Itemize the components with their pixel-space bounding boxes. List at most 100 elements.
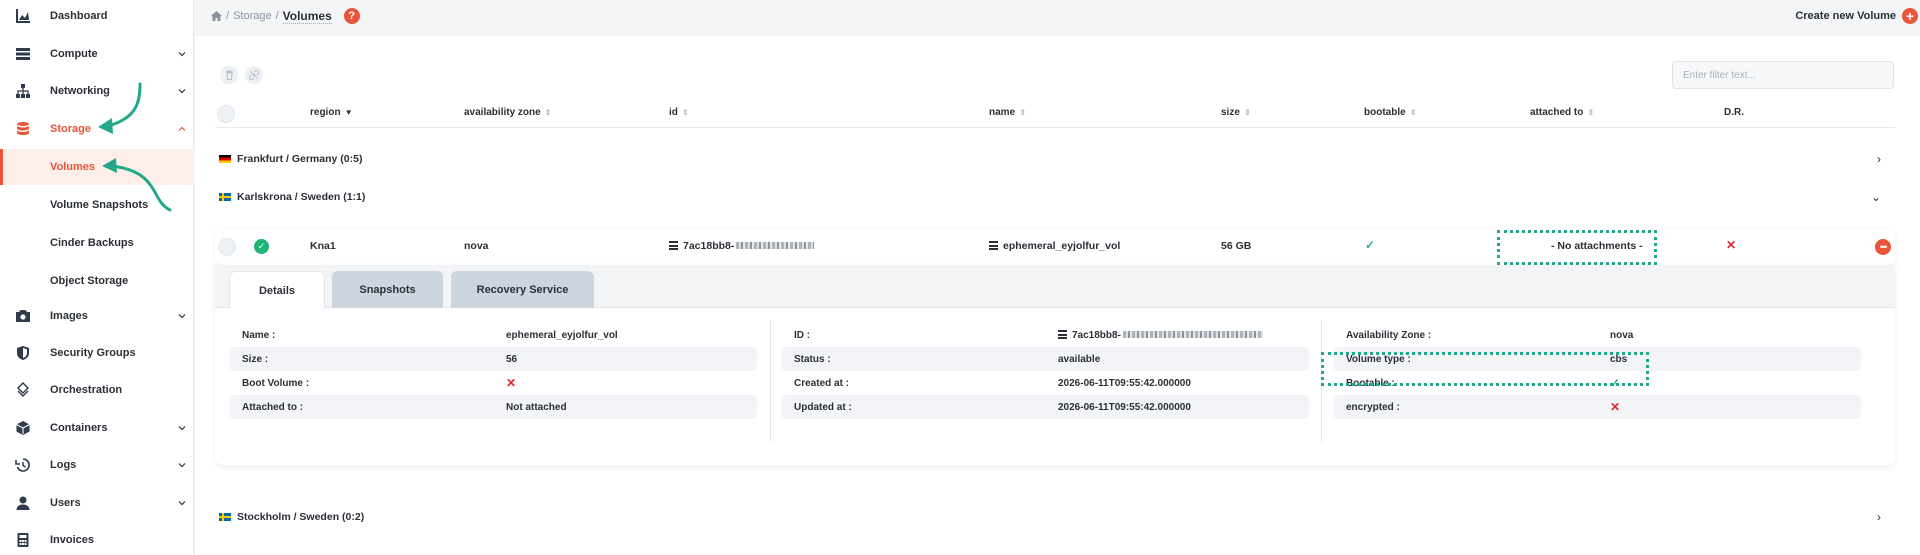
sidebar-item-logs[interactable]: Logs — [0, 450, 194, 480]
breadcrumb-storage[interactable]: Storage — [233, 10, 272, 22]
database-icon — [14, 121, 31, 138]
detail-value: 56 — [506, 354, 518, 365]
column-header-bootable[interactable]: bootable ⇕ — [1364, 107, 1417, 118]
sidebar-item-orchestration[interactable]: Orchestration — [0, 375, 194, 405]
main-content: region ▼ availability zone ⇕ id ⇕ name ⇕… — [195, 36, 1920, 555]
row-checkbox[interactable] — [218, 238, 236, 256]
region-group-stockholm[interactable]: Stockholm / Sweden (0:2) › — [215, 502, 1895, 532]
detail-label: encrypted : — [1346, 402, 1400, 413]
sidebar-subitem-label: Cinder Backups — [50, 237, 134, 249]
sidebar-item-compute[interactable]: Compute — [0, 39, 194, 69]
region-group-label: Stockholm / Sweden (0:2) — [237, 511, 365, 523]
cell-region: Kna1 — [310, 240, 336, 252]
detail-value: 2026-06-11T09:55:42.000000 — [1058, 402, 1191, 413]
table-header: region ▼ availability zone ⇕ id ⇕ name ⇕… — [215, 102, 1895, 128]
filter-input[interactable] — [1672, 61, 1894, 89]
delete-icon[interactable] — [220, 66, 238, 84]
region-group-label: Frankfurt / Germany (0:5) — [237, 153, 363, 165]
cell-name: ephemeral_eyjolfur_vol — [989, 240, 1120, 252]
sidebar-item-containers[interactable]: Containers — [0, 413, 194, 443]
sort-icon: ⇕ — [542, 108, 552, 117]
tab-details[interactable]: Details — [229, 271, 325, 309]
column-header-region[interactable]: region ▼ — [310, 107, 353, 118]
bootable-check-icon: ✓ — [1365, 238, 1376, 252]
redacted-text — [736, 242, 815, 249]
breadcrumb-volumes: Volumes — [282, 8, 332, 24]
chevron-down-icon — [178, 426, 186, 431]
detail-value: nova — [1610, 330, 1634, 341]
sort-desc-icon: ▼ — [342, 108, 353, 117]
shield-icon — [14, 345, 31, 362]
calculator-icon — [14, 532, 31, 549]
server-icon — [14, 46, 31, 63]
plus-icon: + — [1902, 8, 1918, 24]
sidebar-subitem-object-storage[interactable]: Object Storage — [0, 263, 194, 299]
sidebar-item-users[interactable]: Users — [0, 488, 194, 518]
detail-value: ephemeral_eyjolfur_vol — [506, 330, 618, 341]
chevron-down-icon — [178, 463, 186, 468]
sidebar-item-label: Logs — [50, 459, 77, 471]
detail-value: 7ac18bb8- — [1058, 330, 1263, 341]
sidebar-item-security-groups[interactable]: Security Groups — [0, 338, 194, 368]
column-header-name[interactable]: name ⇕ — [989, 107, 1026, 118]
select-all-checkbox[interactable] — [217, 105, 235, 123]
sidebar-item-label: Dashboard — [50, 10, 108, 22]
annotation-highlight-bootable — [1321, 352, 1649, 386]
chart-area-icon — [14, 8, 31, 25]
detail-label: Attached to : — [242, 402, 304, 413]
sidebar-item-label: Networking — [50, 85, 110, 97]
region-group-label: Karlskrona / Sweden (1:1) — [237, 191, 366, 203]
sort-icon: ⇕ — [1585, 108, 1595, 117]
sidebar-subitem-volumes[interactable]: Volumes — [0, 149, 194, 185]
sidebar-subitem-label: Volume Snapshots — [50, 199, 149, 211]
encrypted-cross-icon: ✕ — [1610, 400, 1621, 414]
sidebar-item-storage[interactable]: Storage — [0, 114, 194, 144]
status-ok-icon: ✓ — [254, 239, 269, 254]
sidebar-subitem-volume-snapshots[interactable]: Volume Snapshots — [0, 187, 194, 223]
chevron-down-icon — [178, 501, 186, 506]
column-header-attached-to[interactable]: attached to ⇕ — [1530, 107, 1594, 118]
tab-snapshots[interactable]: Snapshots — [332, 271, 443, 308]
sort-icon: ⇕ — [1241, 108, 1251, 117]
help-icon[interactable]: ? — [343, 8, 360, 24]
column-header-size[interactable]: size ⇕ — [1221, 107, 1251, 118]
detail-label: Name : — [242, 330, 276, 341]
sidebar-item-label: Invoices — [50, 534, 95, 546]
sidebar-item-invoices[interactable]: Invoices — [0, 525, 194, 555]
sidebar-item-label: Security Groups — [50, 347, 136, 359]
tab-recovery-service[interactable]: Recovery Service — [451, 271, 594, 308]
user-icon — [14, 495, 31, 512]
topbar: / Storage / Volumes ? Create new Volume … — [195, 0, 1920, 32]
layers-icon — [14, 382, 31, 399]
sort-icon: ⇕ — [1407, 108, 1417, 117]
detail-label: Boot Volume : — [242, 378, 310, 389]
detail-value: 2026-06-11T09:55:42.000000 — [1058, 378, 1191, 389]
sidebar-item-label: Users — [50, 497, 81, 509]
sidebar-item-label: Compute — [50, 48, 98, 60]
create-volume-button[interactable]: Create new Volume + — [1795, 8, 1918, 24]
region-group-karlskrona[interactable]: Karlskrona / Sweden (1:1) ⌄ — [215, 182, 1895, 212]
volume-detail-panel: Details Snapshots Recovery Service Name … — [215, 265, 1895, 465]
detach-icon[interactable] — [245, 66, 263, 84]
sidebar-item-networking[interactable]: Networking — [0, 76, 194, 106]
column-header-availability-zone[interactable]: availability zone ⇕ — [464, 107, 552, 118]
chevron-down-icon — [178, 89, 186, 94]
sidebar-item-label: Orchestration — [50, 384, 123, 396]
create-volume-label: Create new Volume — [1795, 10, 1896, 22]
sidebar-subitem-label: Volumes — [50, 161, 96, 173]
chevron-right-icon: › — [1877, 152, 1881, 166]
column-header-id[interactable]: id ⇕ — [669, 107, 689, 118]
sidebar-item-dashboard[interactable]: Dashboard — [0, 1, 194, 31]
chevron-down-icon: ⌄ — [1870, 190, 1881, 204]
region-group-frankfurt[interactable]: Frankfurt / Germany (0:5) › — [215, 144, 1895, 174]
sidebar-subitem-cinder-backups[interactable]: Cinder Backups — [0, 225, 194, 261]
detail-label: Updated at : — [794, 402, 852, 413]
more-actions-icon[interactable]: ••• — [1875, 239, 1891, 255]
detail-tabs: Details Snapshots Recovery Service — [215, 265, 1895, 309]
home-icon[interactable] — [211, 11, 222, 21]
breadcrumb: / Storage / Volumes ? — [211, 8, 360, 24]
sidebar-item-images[interactable]: Images — [0, 301, 194, 331]
detail-label: Availability Zone : — [1346, 330, 1432, 341]
chevron-up-icon — [178, 126, 186, 131]
detail-label: Created at : — [794, 378, 850, 389]
